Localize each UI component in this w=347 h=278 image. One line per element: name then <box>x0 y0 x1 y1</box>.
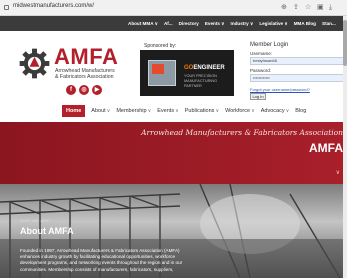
youtube-icon[interactable]: ▶ <box>92 85 102 95</box>
member-login-title: Member Login <box>250 42 289 48</box>
download-icon[interactable]: ⤓ <box>329 3 332 12</box>
share-icon[interactable]: ⇪ <box>293 3 299 12</box>
logo-subtitle: Arrowhead Manufacturers & Fabricators As… <box>55 68 115 80</box>
topnav-legislative[interactable]: Legislative ∨ <box>259 21 287 27</box>
browser-address-bar: midwestmanufacturers.com/w/ ⊕ ⇪ ☆ ▣ ⤓ <box>0 0 347 16</box>
ad-machine-detail <box>152 64 164 74</box>
nav-about[interactable]: About∨ <box>91 108 110 114</box>
extensions-icon[interactable]: ▣ <box>317 3 324 12</box>
ad-brand-prefix: GO <box>184 65 194 71</box>
nav-membership[interactable]: Membership∨ <box>116 108 151 114</box>
url-field[interactable]: midwestmanufacturers.com/w/ <box>13 3 94 9</box>
nav-membership-label: Membership <box>116 108 147 114</box>
about-eyebrow: WHO WE ARE <box>20 218 50 223</box>
username-label: Username: <box>250 51 273 56</box>
hero-banner: Arrowhead Manufacturers & Fabricators As… <box>0 122 347 184</box>
facebook-icon[interactable]: f <box>66 85 76 95</box>
about-body-text: Founded in 1997, Arrowhead Manufacturers… <box>20 248 183 272</box>
nav-publications[interactable]: Publications∨ <box>185 108 219 114</box>
nav-publications-label: Publications <box>184 108 215 114</box>
topnav-about-mma[interactable]: About MMA ∨ <box>128 21 158 27</box>
nav-advocacy[interactable]: Advocacy∨ <box>261 108 290 114</box>
topnav-directory[interactable]: Directory <box>179 21 199 26</box>
chevron-down-icon[interactable]: ∨ <box>336 169 340 176</box>
nav-about-label: About <box>91 108 106 114</box>
login-button[interactable]: Log In <box>250 93 266 100</box>
nav-workforce-label: Workforce <box>225 108 251 114</box>
star-icon[interactable]: ☆ <box>305 3 311 12</box>
zoom-icon[interactable]: ⊕ <box>281 3 287 12</box>
lock-icon <box>4 5 9 10</box>
chevron-down-icon: ∨ <box>147 108 152 114</box>
nav-workforce[interactable]: Workforce∨ <box>225 108 255 114</box>
about-section: WHO WE ARE About AMFA Founded in 1997, A… <box>0 184 347 278</box>
password-label: Password: <box>250 68 272 73</box>
banner-title: AMFA <box>309 141 343 155</box>
forgot-credentials-link[interactable]: Forgot your username/password? <box>250 87 310 92</box>
password-field[interactable]: •••••••••••• <box>250 74 345 82</box>
nav-blog[interactable]: Blog <box>295 108 306 114</box>
logo-title[interactable]: AMFA <box>54 44 118 70</box>
banner-association-name: Arrowhead Manufacturers & Fabricators As… <box>141 128 343 137</box>
logo-subtitle-line2: & Fabricators Association <box>55 74 114 80</box>
chevron-down-icon: ∨ <box>251 108 255 114</box>
chevron-down-icon: ∨ <box>285 108 290 114</box>
gear-logo-icon[interactable] <box>18 47 51 80</box>
chevron-down-icon: ∨ <box>106 108 111 114</box>
nav-events[interactable]: Events∨ <box>157 108 179 114</box>
nav-home[interactable]: Home <box>62 105 86 117</box>
ad-brand: GOENGINEER <box>184 65 225 71</box>
instagram-icon[interactable]: ◎ <box>79 85 89 95</box>
ad-brand-suffix: ENGINEER <box>193 65 225 71</box>
top-navigation: About MMA ∨ Af... Directory Events ∨ Ind… <box>0 16 347 31</box>
chevron-down-icon: ∨ <box>175 108 179 114</box>
nav-events-label: Events <box>157 108 175 114</box>
main-navigation: Home About∨ Membership∨ Events∨ Publicat… <box>62 104 306 118</box>
nav-advocacy-label: Advocacy <box>260 108 285 114</box>
sponsor-ad[interactable]: GOENGINEER YOUR PRECISION MANUFACTURING … <box>140 50 234 96</box>
topnav-affiliates[interactable]: Af... <box>164 21 173 26</box>
sponsored-label: Sponsored by: <box>144 43 177 49</box>
topnav-events[interactable]: Events ∨ <box>205 21 225 27</box>
topnav-industry[interactable]: Industry ∨ <box>231 21 254 27</box>
username-field[interactable]: bestyfasan68 <box>250 57 345 65</box>
chevron-down-icon: ∨ <box>215 108 220 114</box>
topnav-store[interactable]: Stan... <box>322 21 336 26</box>
topnav-mma-blog[interactable]: MMA Blog <box>294 21 316 26</box>
scrollbar-thumb[interactable] <box>343 20 347 66</box>
about-title: About AMFA <box>20 226 74 236</box>
ad-tagline: YOUR PRECISION MANUFACTURING PARTNER <box>184 74 218 88</box>
